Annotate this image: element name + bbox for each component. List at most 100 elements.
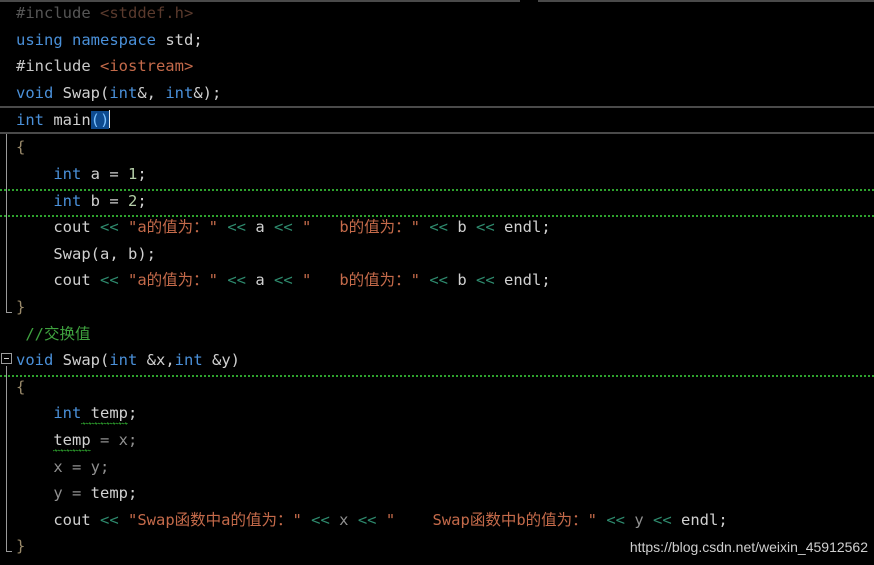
string-literal-a: "a的值为：" <box>128 218 218 237</box>
keyword-int-x: int <box>109 351 138 370</box>
assign-operator: = <box>109 191 128 210</box>
semicolon: ; <box>128 404 138 423</box>
brace-close-swap: } <box>16 537 26 556</box>
stream-operator: << <box>596 510 635 529</box>
string-literal-swap-a: "Swap函数中a的值为：" <box>128 510 302 529</box>
brace-open-main: { <box>16 138 26 157</box>
string-literal-b: " b的值为：" <box>302 271 420 290</box>
code-line-3[interactable]: #include <iostream> <box>0 53 874 80</box>
code-line-5-current[interactable]: int main() <box>0 106 874 135</box>
literal-1: 1 <box>128 164 138 183</box>
semicolon: ; <box>193 30 203 49</box>
brace-open-swap: { <box>16 377 26 396</box>
semicolon: ; <box>212 83 222 102</box>
stream-operator: << <box>466 271 504 290</box>
semicolon: ; <box>541 218 551 237</box>
brace-close-main: } <box>16 297 26 316</box>
code-line-16[interactable]: int temp; <box>0 400 874 427</box>
code-line-1[interactable]: #include <stddef.h> <box>0 0 874 27</box>
identifier-cout: cout <box>53 218 100 237</box>
identifier-b: b <box>81 191 110 210</box>
identifier-endl: endl <box>680 510 719 529</box>
keyword-void-def: void <box>16 351 54 370</box>
header-name-iostream: <iostream> <box>90 57 194 76</box>
identifier-cout: cout <box>53 510 100 529</box>
keyword-int-y: int <box>174 351 203 370</box>
identifier-a: a <box>255 218 265 237</box>
stream-operator: << <box>264 271 302 290</box>
code-line-11[interactable]: cout << "a的值为：" << a << " b的值为：" << b <<… <box>0 267 874 294</box>
preprocessor-directive-inactive: #include <box>16 4 91 22</box>
stream-operator: << <box>100 510 128 529</box>
function-name-swap-decl: Swap <box>62 83 100 102</box>
keyword-int-param2: int <box>165 83 194 102</box>
code-line-9[interactable]: cout << "a的值为：" << a << " b的值为：" << b <<… <box>0 214 874 241</box>
code-editor[interactable]: #include <stddef.h> using namespace std;… <box>0 0 874 565</box>
code-line-2[interactable]: using namespace std; <box>0 27 874 54</box>
code-line-19[interactable]: y = temp; <box>0 480 874 507</box>
code-line-20[interactable]: cout << "Swap函数中a的值为：" << x << " Swap函数中… <box>0 507 874 534</box>
string-literal-b: " b的值为：" <box>302 218 420 237</box>
identifier-endl: endl <box>504 218 542 237</box>
keyword-int-param1: int <box>109 83 138 102</box>
stream-operator: << <box>466 218 504 237</box>
ref-amp-1: &, <box>137 83 166 102</box>
function-call-swap: Swap <box>53 244 91 263</box>
stream-operator: << <box>218 271 256 290</box>
param-y: &y) <box>202 351 240 370</box>
call-arguments: (a, b); <box>90 244 156 263</box>
identifier-endl: endl <box>504 271 542 290</box>
identifier-temp-decl: temp <box>81 404 128 423</box>
code-line-12[interactable]: } <box>0 294 874 321</box>
identifier-cout: cout <box>53 271 100 290</box>
code-line-10[interactable]: Swap(a, b); <box>0 241 874 268</box>
code-line-14[interactable]: void Swap(int &x,int &y) <box>0 347 874 374</box>
identifier-x: x <box>339 510 349 529</box>
keyword-int-main: int <box>16 111 44 130</box>
stream-operator: << <box>348 510 386 529</box>
code-text-area[interactable]: #include <stddef.h> using namespace std;… <box>0 0 874 560</box>
stream-operator: << <box>100 218 128 237</box>
stream-operator: << <box>100 271 128 290</box>
code-line-15[interactable]: { <box>0 374 874 401</box>
identifier-temp-assign: temp <box>53 430 91 449</box>
param-x: &x, <box>137 351 175 370</box>
stream-operator: << <box>420 271 458 290</box>
semicolon: ; <box>137 191 147 210</box>
stream-operator: << <box>643 510 681 529</box>
keyword-namespace: namespace <box>62 30 156 49</box>
semicolon: ; <box>127 484 138 503</box>
identifier-y: y <box>634 510 644 529</box>
watermark-url: https://blog.csdn.net/weixin_45912562 <box>629 539 868 556</box>
code-line-6[interactable]: { <box>0 134 874 161</box>
paren-open: ( <box>100 351 110 370</box>
identifier-b: b <box>457 271 467 290</box>
code-line-7[interactable]: int a = 1; <box>0 161 874 188</box>
keyword-int-a: int <box>53 164 82 183</box>
semicolon: ; <box>718 510 728 529</box>
semicolon: ; <box>541 271 551 290</box>
comment-swap-value: //交换值 <box>25 324 91 343</box>
keyword-int-temp: int <box>53 404 82 423</box>
paren-open: ( <box>100 83 110 102</box>
keyword-int-b: int <box>53 191 82 210</box>
code-line-17[interactable]: temp = x; <box>0 427 874 454</box>
code-line-4[interactable]: void Swap(int&, int&); <box>0 80 874 107</box>
function-name-main: main <box>44 111 91 130</box>
identifier-temp-read: temp <box>90 484 128 503</box>
code-line-8[interactable]: int b = 2; <box>0 188 874 215</box>
string-literal-swap-b: " Swap函数中b的值为：" <box>385 510 597 529</box>
preprocessor-directive: #include <box>16 57 91 76</box>
stream-operator: << <box>420 218 458 237</box>
semicolon: ; <box>137 164 147 183</box>
identifier-a: a <box>255 271 265 290</box>
assign-temp-x: = x; <box>90 430 138 449</box>
code-line-13[interactable]: //交换值 <box>0 321 874 348</box>
literal-2: 2 <box>128 191 138 210</box>
function-name-swap-def: Swap <box>62 351 100 370</box>
identifier-a: a <box>81 164 110 183</box>
assign-y-temp: y = <box>53 484 91 503</box>
code-line-18[interactable]: x = y; <box>0 454 874 481</box>
keyword-void: void <box>16 83 54 102</box>
selected-parentheses[interactable]: () <box>90 111 110 130</box>
